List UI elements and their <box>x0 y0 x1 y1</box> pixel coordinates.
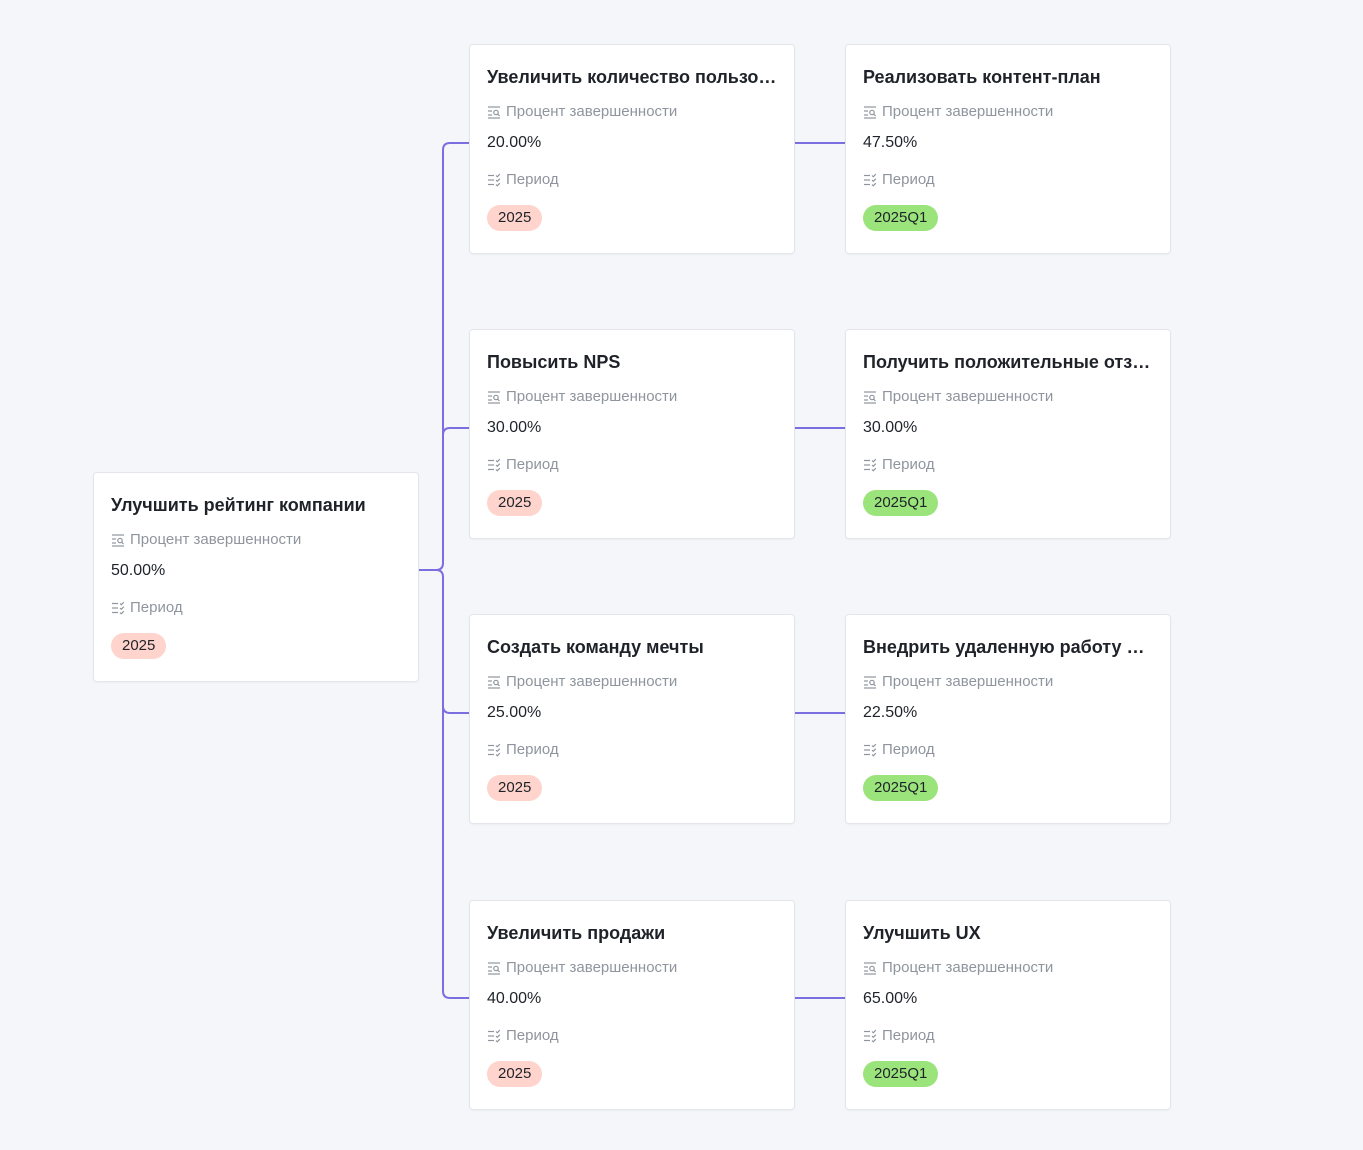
percent-value: 22.50% <box>863 704 918 721</box>
connector-root-trunk-lower <box>435 569 469 999</box>
percent-label: Процент завершенности <box>487 672 778 692</box>
percent-label-text: Процент завершенности <box>506 103 678 120</box>
connector-l1-2 <box>442 427 469 436</box>
percent-label: Процент завершенности <box>863 958 1154 978</box>
percent-value: 40.00% <box>487 990 542 1007</box>
period-label-text: Период <box>882 456 935 473</box>
percent-label: Процент завершенности <box>487 958 778 978</box>
okr-card-l2-3[interactable]: Внедрить удаленную работу для сотруднико… <box>845 614 1171 824</box>
percent-label-text: Процент завершенности <box>882 103 1054 120</box>
list-check-icon <box>863 743 877 757</box>
percent-label-text: Процент завершенности <box>506 388 678 405</box>
list-check-icon <box>487 743 501 757</box>
period-label-text: Период <box>882 1027 935 1044</box>
percent-value: 47.50% <box>863 134 918 151</box>
formula-icon <box>487 961 501 975</box>
percent-label: Процент завершенности <box>863 102 1154 122</box>
period-label: Период <box>863 455 1154 475</box>
okr-card-l2-1[interactable]: Реализовать контент-план Процент заверше… <box>845 44 1171 254</box>
card-title: Улучшить рейтинг компании <box>111 495 366 515</box>
period-label: Период <box>863 1026 1154 1046</box>
okr-card-l1-1[interactable]: Увеличить количество пользователей Проце… <box>469 44 795 254</box>
period-label: Период <box>863 170 1154 190</box>
period-tag: 2025 <box>487 205 543 231</box>
percent-label-text: Процент завершенности <box>506 959 678 976</box>
card-title: Создать команду мечты <box>487 637 704 657</box>
period-label-text: Период <box>506 456 559 473</box>
card-title: Улучшить UX <box>863 923 981 943</box>
okr-card-l2-4[interactable]: Улучшить UX Процент завершенности 65.00%… <box>845 900 1171 1110</box>
period-label-text: Период <box>882 171 935 188</box>
period-label: Период <box>487 740 778 760</box>
percent-value: 30.00% <box>487 419 542 436</box>
percent-value: 20.00% <box>487 134 542 151</box>
period-tag: 2025Q1 <box>863 1061 939 1087</box>
formula-icon <box>487 390 501 404</box>
period-tag: 2025 <box>487 490 543 516</box>
period-label-text: Период <box>130 599 183 616</box>
period-tag: 2025Q1 <box>863 775 939 801</box>
period-label: Период <box>487 455 778 475</box>
percent-value: 30.00% <box>863 419 918 436</box>
period-label: Период <box>487 170 778 190</box>
percent-label: Процент завершенности <box>111 530 402 550</box>
percent-value: 65.00% <box>863 990 918 1007</box>
period-label: Период <box>863 740 1154 760</box>
okr-tree-canvas: Улучшить рейтинг компании Процент заверш… <box>0 0 1363 1150</box>
card-title: Реализовать контент-план <box>863 67 1101 87</box>
formula-icon <box>487 675 501 689</box>
list-check-icon <box>111 601 125 615</box>
card-title: Увеличить продажи <box>487 923 666 943</box>
percent-label-text: Процент завершенности <box>882 673 1054 690</box>
period-tag: 2025Q1 <box>863 205 939 231</box>
period-label-text: Период <box>506 171 559 188</box>
connector-l1-3 <box>442 705 469 714</box>
formula-icon <box>863 105 877 119</box>
formula-icon <box>863 390 877 404</box>
percent-value: 50.00% <box>111 562 166 579</box>
connector-root-trunk <box>418 142 469 571</box>
okr-card-l1-4[interactable]: Увеличить продажи Процент завершенности … <box>469 900 795 1110</box>
percent-label: Процент завершенности <box>487 387 778 407</box>
percent-label-text: Процент завершенности <box>506 673 678 690</box>
formula-icon <box>487 105 501 119</box>
formula-icon <box>863 675 877 689</box>
period-label-text: Период <box>506 1027 559 1044</box>
period-tag: 2025 <box>487 1061 543 1087</box>
formula-icon <box>863 961 877 975</box>
okr-card-root[interactable]: Улучшить рейтинг компании Процент заверш… <box>93 472 419 682</box>
list-check-icon <box>863 458 877 472</box>
period-tag: 2025 <box>111 633 167 659</box>
period-label-text: Период <box>882 741 935 758</box>
list-check-icon <box>863 1029 877 1043</box>
list-check-icon <box>487 1029 501 1043</box>
percent-label-text: Процент завершенности <box>882 388 1054 405</box>
period-tag: 2025Q1 <box>863 490 939 516</box>
period-label: Период <box>487 1026 778 1046</box>
period-label: Период <box>111 598 402 618</box>
card-title: Повысить NPS <box>487 352 621 372</box>
percent-value: 25.00% <box>487 704 542 721</box>
percent-label: Процент завершенности <box>863 387 1154 407</box>
period-label-text: Период <box>506 741 559 758</box>
percent-label: Процент завершенности <box>487 102 778 122</box>
okr-card-l1-2[interactable]: Повысить NPS Процент завершенности 30.00… <box>469 329 795 539</box>
period-tag: 2025 <box>487 775 543 801</box>
percent-label-text: Процент завершенности <box>130 531 302 548</box>
percent-label-text: Процент завершенности <box>882 959 1054 976</box>
list-check-icon <box>487 173 501 187</box>
percent-label: Процент завершенности <box>863 672 1154 692</box>
okr-card-l2-2[interactable]: Получить положительные отзывы Процент за… <box>845 329 1171 539</box>
okr-card-l1-3[interactable]: Создать команду мечты Процент завершенно… <box>469 614 795 824</box>
card-title: Увеличить количество пользователей <box>487 67 778 87</box>
formula-icon <box>111 533 125 547</box>
card-title: Получить положительные отзывы <box>863 352 1154 372</box>
list-check-icon <box>863 173 877 187</box>
card-title: Внедрить удаленную работу для сотруднико… <box>863 637 1154 657</box>
list-check-icon <box>487 458 501 472</box>
